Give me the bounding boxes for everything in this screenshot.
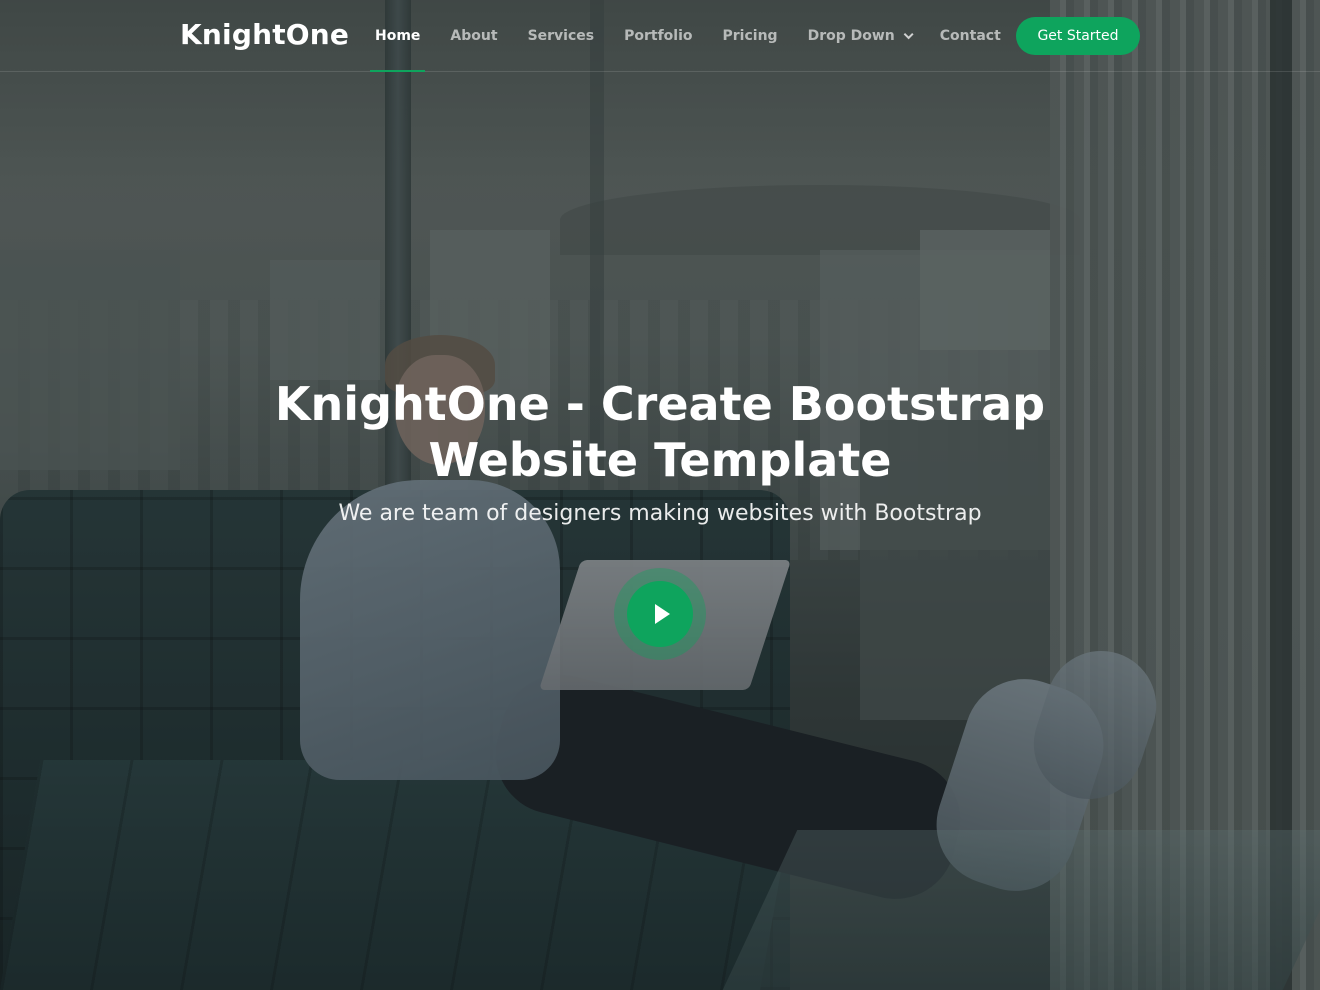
nav-item-label: Pricing [722, 28, 778, 44]
main-nav: Home About Services Portfolio Pricing Dr… [360, 0, 1016, 72]
chevron-down-icon [903, 28, 914, 39]
nav-item-label: Home [375, 28, 421, 44]
hero-title: KnightOne - Create Bootstrap Website Tem… [260, 376, 1060, 488]
hero-background [0, 0, 1320, 990]
hero-dark-overlay [0, 0, 1320, 990]
nav-item-label: Contact [939, 28, 1001, 44]
nav-item-label: Drop Down [807, 28, 895, 44]
nav-item-services[interactable]: Services [513, 0, 610, 72]
nav-item-label: About [450, 28, 498, 44]
nav-item-dropdown[interactable]: Drop Down [793, 0, 925, 72]
play-video-button[interactable] [627, 581, 693, 647]
play-icon [655, 604, 670, 624]
nav-item-about[interactable]: About [435, 0, 512, 72]
nav-item-contact[interactable]: Contact [925, 0, 1016, 72]
nav-item-portfolio[interactable]: Portfolio [609, 0, 707, 72]
nav-item-label: Services [527, 28, 595, 44]
play-video-pulse [614, 568, 706, 660]
hero-title-line-1: KnightOne - Create Bootstrap [274, 377, 1046, 431]
get-started-button[interactable]: Get Started [1016, 17, 1140, 55]
nav-item-home[interactable]: Home [360, 0, 435, 72]
hero-subtitle: We are team of designers making websites… [338, 501, 982, 526]
nav-item-pricing[interactable]: Pricing [708, 0, 793, 72]
nav-item-label: Portfolio [624, 28, 693, 44]
site-header: KnightOne Home About Services Portfolio … [0, 0, 1320, 72]
site-logo[interactable]: KnightOne [180, 18, 349, 51]
hero-title-line-2: Website Template [428, 433, 892, 487]
